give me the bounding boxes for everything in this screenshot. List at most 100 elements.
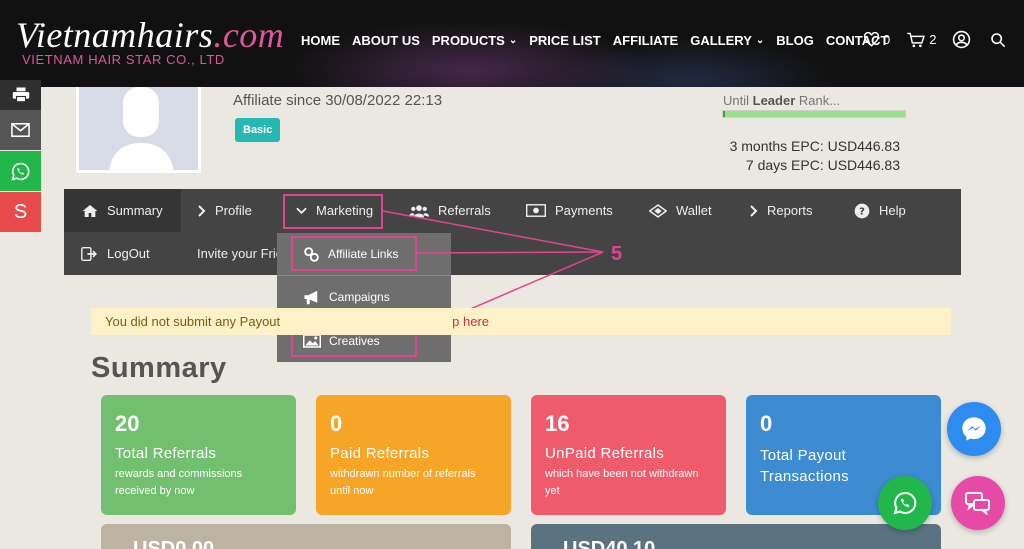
card-label: Total Referrals — [115, 445, 217, 462]
chevron-right-icon — [198, 204, 206, 217]
wishlist-button[interactable]: 0 — [863, 32, 890, 47]
logo-tld: .com — [213, 15, 285, 55]
tab-reports[interactable]: Reports — [750, 189, 813, 232]
whatsapp-icon — [11, 162, 30, 181]
payout-notice: You did not submit any Payout p here — [91, 308, 951, 335]
site-logo[interactable]: Vietnamhairs.com — [16, 14, 284, 56]
money-icon — [526, 204, 546, 217]
svg-text:?: ? — [859, 206, 865, 217]
card-value: 20 — [115, 411, 140, 436]
card-label: UnPaid Referrals — [545, 445, 665, 462]
share-print-button[interactable] — [0, 80, 41, 110]
nav-blog[interactable]: BLOG — [776, 33, 814, 48]
search-icon — [991, 32, 1006, 47]
chevron-right-icon — [750, 204, 758, 217]
rank-progress-fill — [723, 111, 725, 117]
tab-summary[interactable]: Summary — [64, 189, 181, 232]
nav-home[interactable]: HOME — [301, 33, 340, 48]
megaphone-icon — [304, 290, 318, 304]
tab-profile[interactable]: Profile — [198, 189, 252, 232]
card-description: withdrawn number of referrals until now — [330, 468, 476, 497]
nav-price-list[interactable]: PRICE LIST — [529, 33, 601, 48]
whatsapp-icon — [893, 491, 917, 515]
card-total-referrals: 20 Total Referrals rewards and commissio… — [101, 395, 296, 515]
envelope-icon — [11, 123, 30, 137]
logo-subtitle: VIETNAM HAIR STAR CO., LTD — [22, 52, 225, 67]
whatsapp-chat-button[interactable] — [878, 476, 932, 530]
share-s-button[interactable]: S — [0, 192, 41, 232]
cart-icon — [907, 32, 926, 47]
card-value: 16 — [545, 411, 570, 436]
share-s-label: S — [13, 200, 28, 223]
chevron-down-icon: ⌄ — [755, 35, 765, 46]
users-icon — [409, 204, 429, 217]
nav-affiliate[interactable]: AFFILIATE — [613, 33, 678, 48]
card-label: Paid Referrals — [330, 445, 430, 462]
tab-profile-label: Profile — [215, 203, 252, 218]
share-whatsapp-button[interactable] — [0, 151, 41, 191]
card-description: rewards and commissions received by now — [115, 468, 243, 497]
nav-products[interactable]: PRODUCTS ⌄ — [432, 33, 517, 48]
card-value: 0 — [330, 411, 343, 436]
chevron-down-icon: ⌄ — [508, 35, 518, 46]
avatar — [76, 87, 201, 173]
tab-summary-label: Summary — [107, 203, 163, 218]
tab-invite-friends[interactable]: Invite your Frie — [197, 232, 277, 275]
site-header: Vietnamhairs.com VIETNAM HAIR STAR CO., … — [0, 0, 1024, 87]
affiliate-since: Affiliate since 30/08/2022 22:13 — [233, 92, 443, 109]
highlight-marketing — [283, 194, 383, 229]
tab-reports-label: Reports — [767, 203, 813, 218]
logo-text: Vietnamhairs — [16, 15, 214, 55]
tab-referrals[interactable]: Referrals — [409, 189, 491, 232]
avatar-silhouette-icon — [79, 87, 198, 170]
highlight-affiliate-links — [291, 236, 417, 271]
affiliate-tabbar: Summary Profile Marketing Referrals Paym… — [64, 189, 961, 275]
messenger-button[interactable] — [947, 402, 1001, 456]
cart-button[interactable]: 2 — [906, 32, 936, 48]
notice-text: You did not submit any Payout — [105, 314, 281, 329]
tab-logout-label: LogOut — [107, 246, 150, 261]
diamond-icon — [649, 203, 667, 218]
tab-help[interactable]: ? Help — [854, 189, 906, 232]
logout-icon — [81, 246, 97, 261]
account-button[interactable] — [952, 30, 974, 49]
page-title: Summary — [91, 352, 227, 384]
tab-referrals-label: Referrals — [438, 203, 491, 218]
main-nav: HOME ABOUT US PRODUCTS ⌄ PRICE LIST AFFIL… — [301, 33, 900, 48]
card-unpaid-referrals: 16 UnPaid Referrals which have been not … — [531, 395, 726, 515]
tab-invite-label: Invite your Frie — [197, 246, 277, 261]
level-badge: Basic — [235, 118, 281, 142]
wishlist-count: 0 — [883, 32, 891, 47]
card-description: which have been not withdrawn yet — [545, 468, 699, 497]
help-icon: ? — [854, 203, 870, 218]
rank-status: Until Leader Rank... — [723, 93, 841, 108]
card-paid-referrals: 0 Paid Referrals withdrawn number of ref… — [316, 395, 511, 515]
tab-wallet[interactable]: Wallet — [649, 189, 712, 232]
nav-gallery[interactable]: GALLERY ⌄ — [690, 33, 764, 48]
tab-payments[interactable]: Payments — [526, 189, 613, 232]
tab-logout[interactable]: LogOut — [81, 232, 150, 275]
share-email-button[interactable] — [0, 110, 41, 150]
epc-7-days: 7 days EPC: USD446.83 — [745, 157, 900, 173]
card-value: 0 — [760, 411, 773, 436]
messenger-icon — [962, 417, 986, 441]
home-icon — [82, 204, 98, 217]
card-balance-paid: USD0.00 — [101, 524, 511, 549]
annotation-step-number: 5 — [611, 243, 623, 265]
heart-icon — [863, 32, 880, 47]
notice-link[interactable]: p here — [452, 314, 489, 329]
printer-icon — [12, 87, 29, 103]
chat-bubbles-icon — [965, 492, 990, 515]
card-balance-unpaid: USD40.10 — [531, 524, 941, 549]
tab-payments-label: Payments — [555, 203, 613, 218]
live-chat-button[interactable] — [951, 476, 1005, 530]
tab-help-label: Help — [879, 203, 906, 218]
header-icons: 0 2 — [863, 30, 1024, 49]
rank-progress-bar — [722, 110, 906, 118]
epc-3-months: 3 months EPC: USD446.83 — [729, 138, 900, 154]
cart-count: 2 — [929, 32, 937, 47]
menu-item-campaigns-label: Campaigns — [329, 290, 390, 304]
nav-about-us[interactable]: ABOUT US — [352, 33, 420, 48]
tab-wallet-label: Wallet — [676, 203, 712, 218]
search-button[interactable] — [990, 32, 1009, 48]
